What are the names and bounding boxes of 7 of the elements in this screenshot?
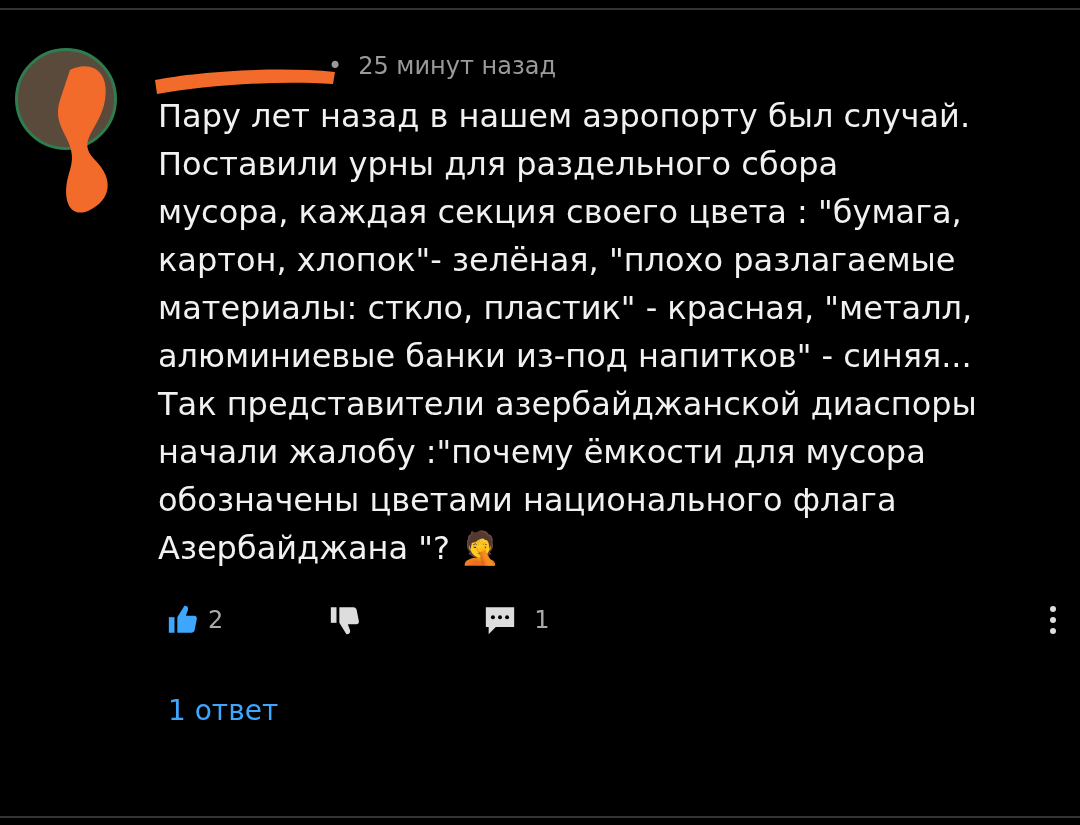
replies-link[interactable]: 1 ответ <box>168 694 279 727</box>
comment-text: Пару лет назад в нашем аэропорту был случай. Поставили урны для раздельного сбора мусора, каждая секция своего цвета : "бумага, картон, хлопок"- зелёная, "плохо разлагаемые материалы: сткло, пластик" - красная, "металл, алюминиевые банки из-под напитков" - синяя... Так представители азербайджанской диаспоры начали жалобу :"почему ёмкости для мусора обозначены цветами национального флага Азербайджана "? 🤦 <box>158 96 978 569</box>
like-count: 2 <box>208 605 224 636</box>
separator-dot: • <box>328 51 343 82</box>
more-options-icon[interactable] <box>1048 605 1058 635</box>
timestamp: 25 минут назад <box>358 51 556 82</box>
reply-count: 1 <box>534 605 550 636</box>
